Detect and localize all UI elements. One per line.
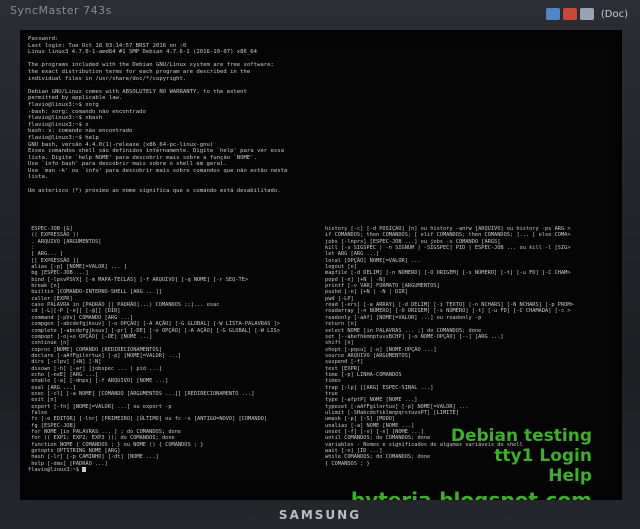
terminal-line: GNU bash, versão 4.4.0(1)-release (x86_6… [28,141,214,148]
terminal-line: Last login: Tue Oct 18 03:14:57 BRST 201… [28,42,187,49]
watermark-url: byteria.blogspot.com [350,488,592,500]
help-entry: flavio@linux3:~$ [28,467,318,473]
tray-icon-3 [579,8,594,20]
terminal-line: individual files in /usr/share/doc/*/cop… [28,75,187,82]
system-tray: (Doc) [545,8,628,20]
terminal-line: The programs included with the Debian GN… [28,62,274,69]
tty-screen[interactable]: Password: Last login: Tue Oct 18 03:14:57… [20,30,622,500]
text-cursor [82,467,87,473]
terminal-line: flavio@linux3:~$ xorg [28,101,99,108]
tray-clock: (Doc) [600,8,628,20]
terminal-line: lista. Digite `help NOME' para descobrir… [28,154,258,161]
terminal-line: Esses comandos shell são definidos inter… [28,148,284,155]
tray-icon-1 [545,8,560,20]
watermark-line-1: Debian testing [450,426,592,446]
terminal-line: Use `info bash' para descobrir mais sobr… [28,161,227,168]
tray-icon-2 [562,8,577,20]
terminal-line: lista. [28,174,49,181]
help-entry: compgen [-abcdefgjksuv] [-o OPÇÃO] [-A A… [28,321,280,328]
terminal-line: Use `man -k' ou `info' para descobrir ma… [28,167,288,174]
terminal-line: Linux linux3 4.7.0-1-amd64 #1 SMP Debian… [28,49,258,56]
watermark-line-3: Help [548,466,592,486]
terminal-line: Um asterisco (*) próximo ao nome signifi… [28,187,281,194]
terminal-line: Debian GNU/Linux comes with ABSOLUTELY N… [28,88,247,95]
monitor-bezel: SyncMaster 743s (Doc) Password: Last logi… [0,0,640,529]
help-left-column: ESPEC-JOB [&] (( EXPRESSÃO )) . ARQUIVO … [28,226,318,473]
monitor-brand-logo: SAMSUNG [278,508,362,522]
terminal-line: the exact distribution terms for each pr… [28,68,251,75]
terminal-header: Password: Last login: Tue Oct 18 03:14:57… [28,36,616,214]
terminal-line: permitted by applicable law. [28,95,123,102]
terminal-line: flavio@linux3:~$ help [28,134,99,141]
help-entry: complete [-abcdefgjksuv] [-pr] [-DE] [-o… [28,327,280,334]
monitor-model-label: SyncMaster 743s [10,4,112,17]
terminal-line: flavio@linux3:~$ x [28,121,89,128]
terminal-line: flavio@linux3:~$ xbash [28,115,103,122]
terminal-line: bash: x: comando não encontrado [28,128,133,135]
watermark-line-2: tty1 Login [494,446,592,466]
watermark: Debian testing tty1 Login Help byteria.b… [351,426,592,500]
terminal-line: Password: [28,36,59,42]
terminal-line: -bash: xorg: comando não encontrado [28,108,146,115]
